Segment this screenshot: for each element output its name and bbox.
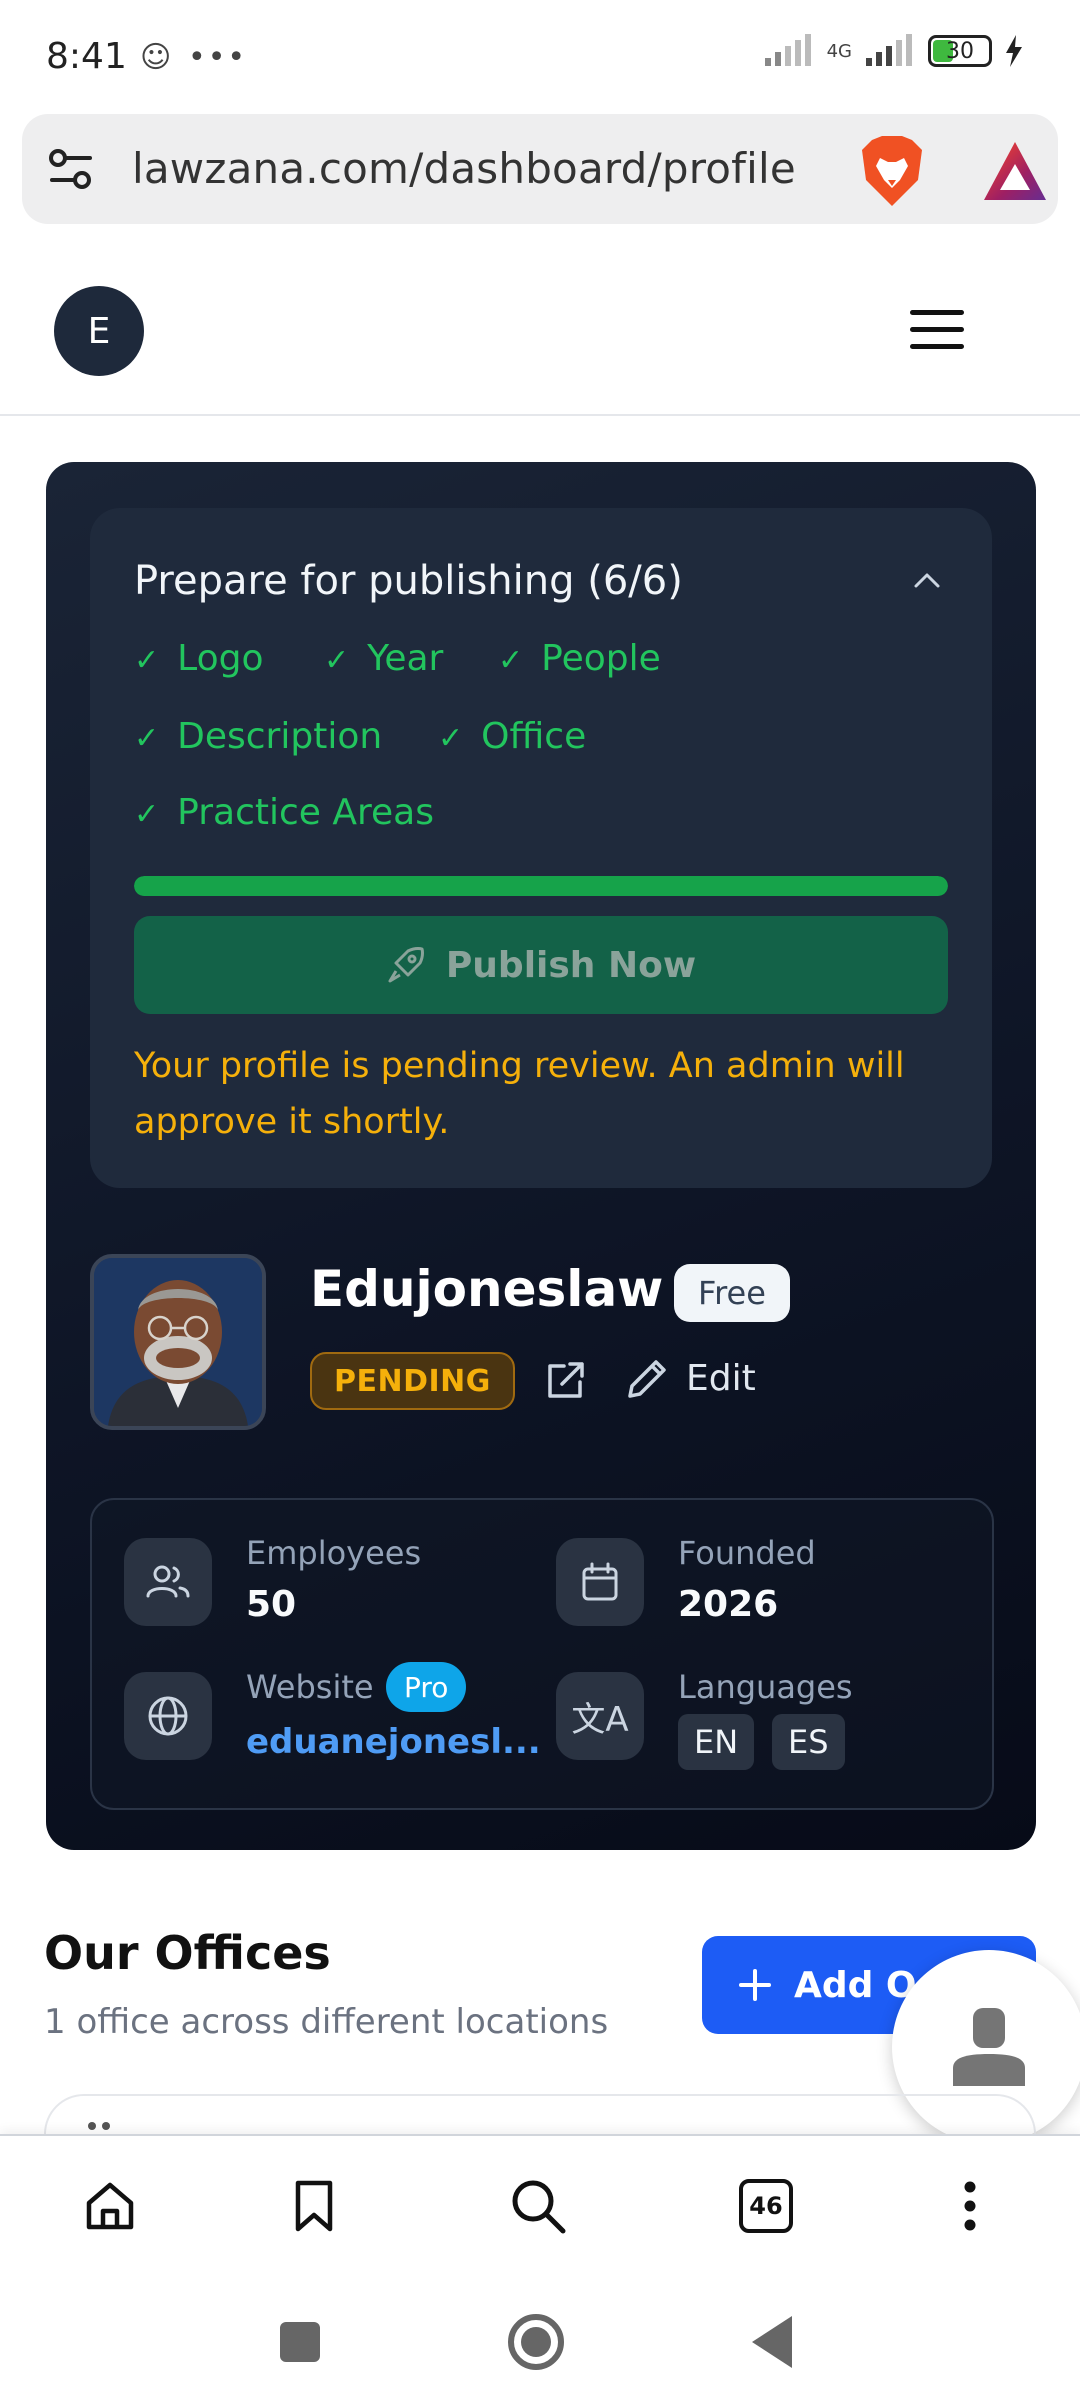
- founded-value: 2026: [678, 1584, 779, 1625]
- bookmark-icon[interactable]: [284, 2176, 344, 2236]
- check-icon: ✓: [438, 721, 464, 756]
- publish-now-label: Publish Now: [445, 944, 697, 986]
- charging-icon: [1006, 35, 1022, 67]
- tune-icon[interactable]: [46, 144, 96, 194]
- check-icon: ✓: [324, 643, 350, 678]
- globe-icon: [124, 1672, 212, 1760]
- tabs-button[interactable]: 46: [736, 2176, 796, 2236]
- offices-subtitle: 1 office across different locations: [44, 2002, 609, 2042]
- tabs-count: 46: [739, 2179, 793, 2233]
- user-avatar[interactable]: E: [54, 286, 144, 376]
- check-icon: ✓: [498, 643, 524, 678]
- triangle-logo-icon[interactable]: [982, 140, 1048, 202]
- plus-icon: [739, 1969, 771, 2001]
- chevron-up-icon[interactable]: [912, 570, 942, 590]
- external-link-icon[interactable]: [542, 1358, 588, 1404]
- pending-review-message: Your profile is pending review. An admin…: [134, 1046, 905, 1142]
- search-icon[interactable]: [508, 2176, 568, 2236]
- check-item-description: ✓ Description: [134, 716, 383, 757]
- offices-title: Our Offices: [44, 1926, 331, 1980]
- website-label: Website: [246, 1668, 374, 1706]
- checklist-title[interactable]: Prepare for publishing (6/6): [134, 558, 683, 604]
- founded-label: Founded: [678, 1534, 816, 1572]
- check-item-practice-areas: ✓ Practice Areas: [134, 792, 434, 833]
- network-type: 4G: [826, 40, 852, 62]
- languages-label: Languages: [678, 1668, 853, 1706]
- add-office-label: Add O: [794, 1964, 917, 2006]
- status-right: 4G 30: [763, 34, 1024, 68]
- status-badge: PENDING: [310, 1352, 515, 1410]
- check-icon: ✓: [134, 721, 160, 756]
- profile-card: Prepare for publishing (6/6) ✓ Logo ✓ Year…: [46, 462, 1036, 1850]
- website-link[interactable]: eduanejonesl...: [246, 1722, 541, 1762]
- check-item-office: ✓ Office: [438, 716, 587, 757]
- language-chip-es: ES: [772, 1714, 845, 1770]
- browser-bottom-nav: 46: [0, 2134, 1080, 2274]
- employees-value: 50: [246, 1584, 297, 1625]
- battery-icon: 30: [928, 35, 992, 67]
- edit-label: Edit: [686, 1357, 756, 1399]
- more-icon[interactable]: [940, 2176, 1000, 2236]
- users-icon: [124, 1538, 212, 1626]
- status-time: 8:41: [46, 36, 127, 77]
- progress-bar: [134, 876, 948, 896]
- check-item-people: ✓ People: [498, 638, 661, 679]
- menu-icon[interactable]: [910, 310, 964, 350]
- home-icon[interactable]: [80, 2176, 140, 2236]
- check-item-year: ✓ Year: [324, 638, 444, 679]
- app-header: E: [0, 240, 1080, 416]
- publishing-checklist: Prepare for publishing (6/6) ✓ Logo ✓ Year…: [90, 508, 992, 1188]
- language-chip-en: EN: [678, 1714, 755, 1770]
- pencil-icon: [628, 1360, 666, 1398]
- pro-badge: Pro: [386, 1662, 467, 1712]
- plan-badge: Free: [674, 1264, 790, 1322]
- home-button-icon[interactable]: [508, 2314, 564, 2370]
- publish-now-button[interactable]: Publish Now: [134, 916, 948, 1014]
- signal-icon: [764, 34, 811, 66]
- firm-stats: Employees 50 Founded 2026 Website Pro ed…: [90, 1498, 994, 1810]
- employees-label: Employees: [246, 1534, 422, 1572]
- url-bar[interactable]: lawzana.com/dashboard/profile: [22, 114, 1058, 224]
- recents-icon[interactable]: [280, 2322, 320, 2362]
- brave-lion-icon[interactable]: [860, 136, 924, 206]
- check-icon: ✓: [134, 643, 160, 678]
- check-item-logo: ✓ Logo: [134, 638, 264, 679]
- url-text[interactable]: lawzana.com/dashboard/profile: [132, 144, 796, 193]
- notification-icon: ☺: [140, 40, 172, 75]
- calendar-icon: [556, 1538, 644, 1626]
- signal-2-icon: [866, 34, 912, 66]
- check-icon: ✓: [134, 797, 160, 832]
- back-icon[interactable]: [752, 2316, 792, 2368]
- system-nav-bar: [0, 2274, 1080, 2400]
- edit-button[interactable]: Edit: [626, 1352, 756, 1404]
- status-bar: 8:41 ☺ ••• 4G 30: [0, 0, 1080, 110]
- progress-fill: [134, 876, 948, 896]
- firm-photo: [90, 1254, 266, 1430]
- more-notifications-icon: •••: [188, 40, 248, 75]
- user-icon: [953, 2008, 1025, 2086]
- profile-photo-image: [94, 1258, 262, 1426]
- firm-name: Edujoneslaw: [310, 1260, 664, 1318]
- rocket-icon: [388, 947, 424, 983]
- translate-icon: 文A: [556, 1672, 644, 1760]
